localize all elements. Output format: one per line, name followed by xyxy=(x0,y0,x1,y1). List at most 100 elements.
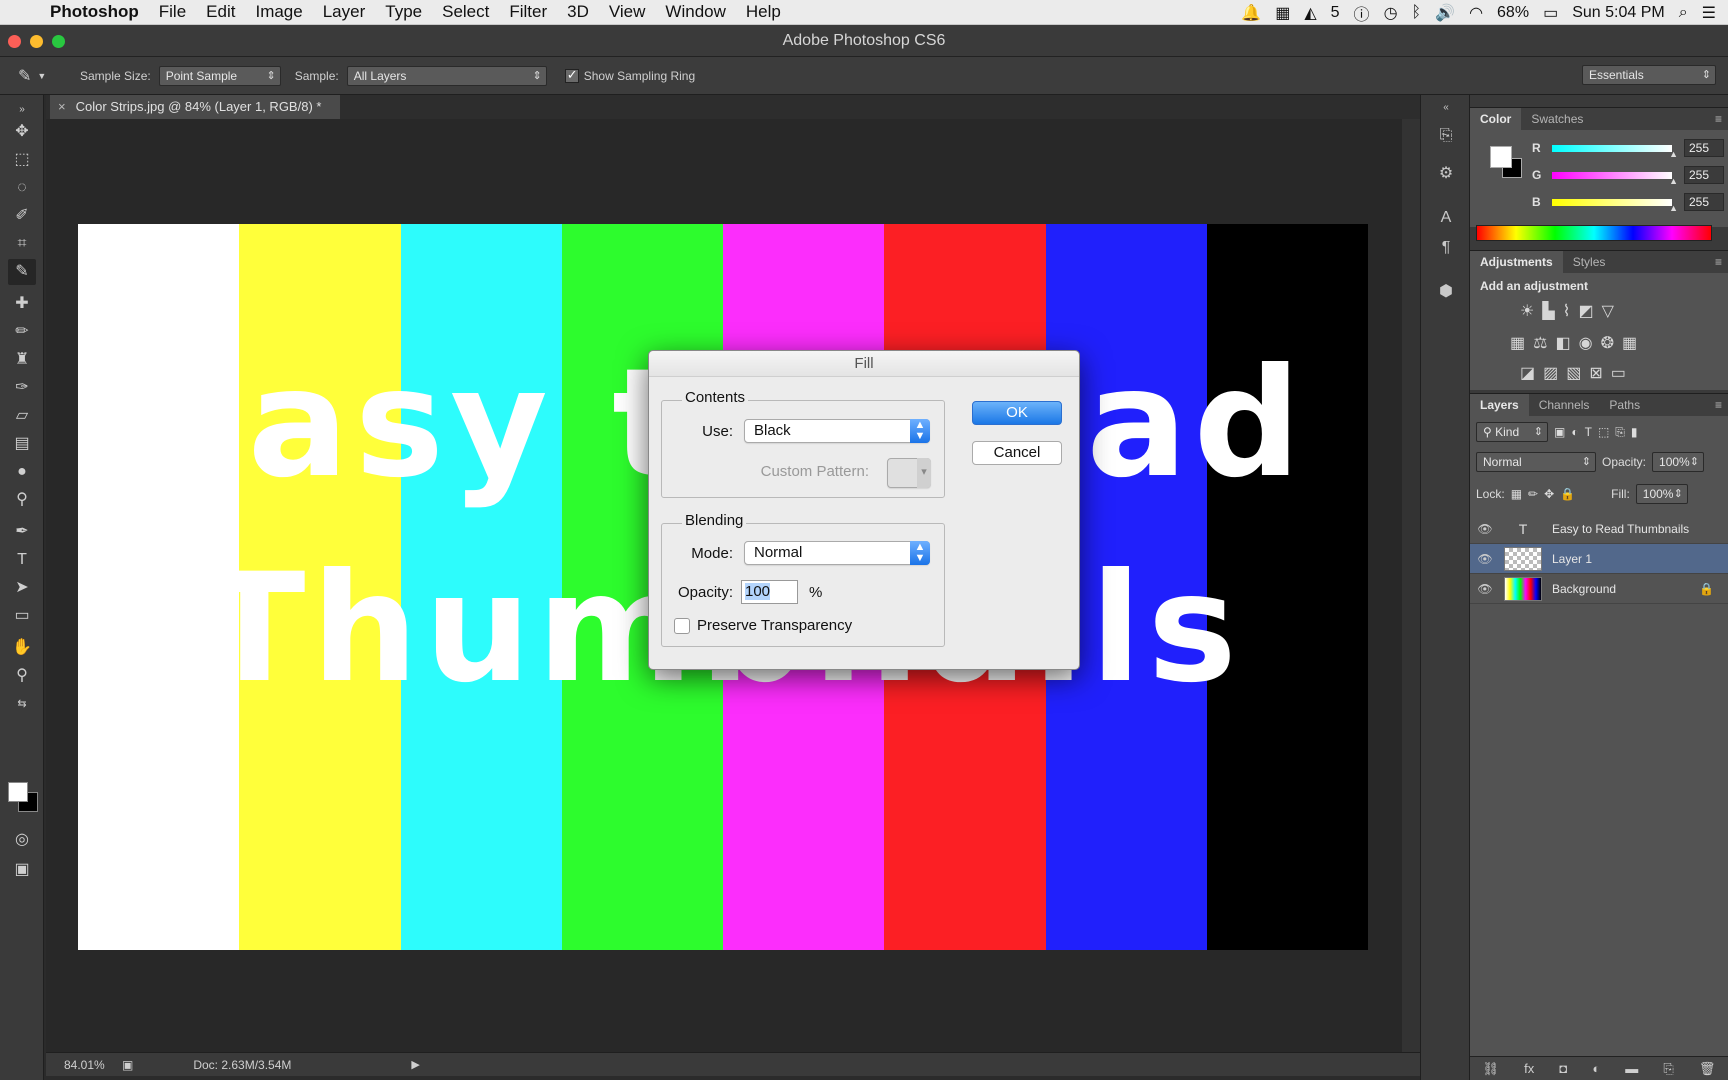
layer-row-type[interactable]: 👁 T Easy to Read Thumbnails xyxy=(1470,514,1728,544)
notification-center-icon[interactable]: ☰ xyxy=(1702,3,1716,23)
panel-menu-icon[interactable]: ≡ xyxy=(1715,251,1728,273)
collapse-arrows-icon[interactable]: « xyxy=(1433,95,1459,121)
foreground-color-swatch[interactable] xyxy=(8,782,28,802)
layer-style-fx-icon[interactable]: fx xyxy=(1524,1061,1534,1076)
filter-smart-object-icon[interactable]: ⎘ xyxy=(1615,425,1625,440)
rectangle-tool-icon[interactable]: ▭ xyxy=(8,603,36,629)
new-group-icon[interactable]: ▬ xyxy=(1625,1061,1638,1076)
info-icon[interactable]: ⓘ xyxy=(1354,1,1370,25)
dodge-tool-icon[interactable]: ⚲ xyxy=(8,487,36,513)
r-value-input[interactable]: 255 xyxy=(1684,139,1724,157)
zoom-window-button[interactable] xyxy=(52,35,65,48)
history-panel-icon[interactable]: ⎘ xyxy=(1433,123,1459,149)
vertical-scrollbar[interactable] xyxy=(1402,119,1420,1052)
screen-mode-icon[interactable]: ▣ xyxy=(8,857,36,883)
zoom-level[interactable]: 84.01% xyxy=(46,1058,116,1072)
close-window-button[interactable] xyxy=(8,35,21,48)
layer-filter-kind-select[interactable]: ⚲ Kind xyxy=(1476,422,1548,442)
character-panel-icon[interactable]: A xyxy=(1433,205,1459,231)
lock-all-icon[interactable]: 🔒 xyxy=(1560,487,1575,501)
layer-row-background[interactable]: 👁 Background 🔒 xyxy=(1470,574,1728,604)
marquee-tool-icon[interactable]: ⬚ xyxy=(8,147,36,173)
mode-select[interactable]: Normal ▲ ▼ xyxy=(744,541,930,565)
new-layer-icon[interactable]: ⎘ xyxy=(1663,1061,1673,1077)
crop-tool-icon[interactable]: ⌗ xyxy=(8,231,36,257)
vibrance-icon[interactable]: ▽ xyxy=(1602,301,1614,321)
layer-row-layer-1[interactable]: 👁 Layer 1 xyxy=(1470,544,1728,574)
link-layers-icon[interactable]: ⛓ xyxy=(1483,1061,1500,1077)
exposure-icon[interactable]: ◩ xyxy=(1578,301,1593,321)
color-lookup-icon[interactable]: ▦ xyxy=(1622,333,1637,353)
menu-image[interactable]: Image xyxy=(245,2,312,22)
filter-pixel-icon[interactable]: ▣ xyxy=(1554,425,1565,439)
b-slider[interactable] xyxy=(1552,198,1678,213)
menu-app-photoshop[interactable]: Photoshop xyxy=(40,2,149,22)
show-sampling-ring-checkbox[interactable] xyxy=(564,67,579,83)
eraser-tool-icon[interactable]: ▱ xyxy=(8,403,36,429)
invert-icon[interactable]: ◪ xyxy=(1520,363,1535,383)
tab-styles[interactable]: Styles xyxy=(1563,251,1616,273)
g-slider[interactable] xyxy=(1552,171,1678,186)
document-tab[interactable]: × Color Strips.jpg @ 84% (Layer 1, RGB/8)… xyxy=(50,95,340,119)
visibility-eye-icon[interactable]: 👁 xyxy=(1470,552,1500,566)
menu-filter[interactable]: Filter xyxy=(499,2,557,22)
paragraph-panel-icon[interactable]: ¶ xyxy=(1433,235,1459,261)
menu-edit[interactable]: Edit xyxy=(196,2,245,22)
type-tool-icon[interactable]: T xyxy=(8,547,36,573)
close-tab-icon[interactable]: × xyxy=(58,99,66,114)
menu-layer[interactable]: Layer xyxy=(313,2,376,22)
proof-icon[interactable]: ▣ xyxy=(122,1058,133,1072)
cancel-button[interactable]: Cancel xyxy=(972,441,1062,465)
posterize-icon[interactable]: ▨ xyxy=(1543,363,1558,383)
foreground-color-swatch[interactable] xyxy=(1490,146,1512,168)
layer-name[interactable]: Background xyxy=(1552,582,1616,596)
color-spectrum-ramp[interactable] xyxy=(1476,225,1712,241)
volume-icon[interactable]: 🔊 xyxy=(1435,3,1455,23)
g-value-input[interactable]: 255 xyxy=(1684,166,1724,184)
quick-selection-tool-icon[interactable]: ✐ xyxy=(8,203,36,229)
photo-filter-icon[interactable]: ◉ xyxy=(1579,333,1593,353)
menu-view[interactable]: View xyxy=(599,2,656,22)
lock-transparent-pixels-icon[interactable]: ▦ xyxy=(1511,487,1522,501)
filter-type-icon[interactable]: T xyxy=(1585,425,1592,439)
swap-colors-icon[interactable]: ⇆ xyxy=(8,691,36,717)
menu-help[interactable]: Help xyxy=(736,2,791,22)
3d-panel-icon[interactable]: ⬢ xyxy=(1433,279,1459,305)
move-tool-icon[interactable]: ✥ xyxy=(8,119,36,145)
menu-window[interactable]: Window xyxy=(655,2,735,22)
visibility-eye-icon[interactable]: 👁 xyxy=(1470,582,1500,596)
bluetooth-icon[interactable]: ᛒ xyxy=(1412,4,1422,22)
adobe-icon[interactable]: ◭ xyxy=(1304,3,1316,23)
gradient-map-icon[interactable]: ▭ xyxy=(1611,363,1626,383)
color-balance-icon[interactable]: ⚖ xyxy=(1533,333,1547,353)
hand-tool-icon[interactable]: ✋ xyxy=(8,635,36,661)
filter-adjustment-icon[interactable]: ◐ xyxy=(1571,425,1578,439)
use-select[interactable]: Black ▲ ▼ xyxy=(744,419,930,443)
panel-menu-icon[interactable]: ≡ xyxy=(1715,108,1728,130)
gradient-tool-icon[interactable]: ▤ xyxy=(8,431,36,457)
layer-name[interactable]: Easy to Read Thumbnails xyxy=(1552,522,1689,536)
wifi-icon[interactable]: ◠ xyxy=(1469,3,1483,23)
blur-tool-icon[interactable]: ● xyxy=(8,459,36,485)
layer-fill-input[interactable]: 100% xyxy=(1635,484,1688,504)
window-grid-icon[interactable]: ▦ xyxy=(1275,3,1290,23)
pen-tool-icon[interactable]: ✒ xyxy=(8,519,36,545)
tab-swatches[interactable]: Swatches xyxy=(1521,108,1593,130)
ok-button[interactable]: OK xyxy=(972,401,1062,425)
minimize-window-button[interactable] xyxy=(30,35,43,48)
healing-brush-tool-icon[interactable]: ✚ xyxy=(8,291,36,317)
quick-mask-icon[interactable]: ◎ xyxy=(8,827,36,853)
layer-opacity-input[interactable]: 100% xyxy=(1652,452,1705,472)
blend-mode-select[interactable]: Normal xyxy=(1476,452,1596,472)
clock[interactable]: Sun 5:04 PM xyxy=(1572,4,1665,22)
lock-image-pixels-icon[interactable]: ✏ xyxy=(1528,487,1538,501)
black-white-icon[interactable]: ◧ xyxy=(1555,333,1570,353)
lasso-tool-icon[interactable]: ◌ xyxy=(8,175,36,201)
sample-size-select[interactable]: Point Sample xyxy=(158,65,281,86)
delete-layer-icon[interactable]: 🗑 xyxy=(1699,1061,1716,1077)
menu-file[interactable]: File xyxy=(149,2,196,22)
properties-panel-icon[interactable]: ⚙ xyxy=(1433,161,1459,187)
history-brush-tool-icon[interactable]: ✑ xyxy=(8,375,36,401)
menu-select[interactable]: Select xyxy=(432,2,499,22)
clone-stamp-tool-icon[interactable]: ♜ xyxy=(8,347,36,373)
